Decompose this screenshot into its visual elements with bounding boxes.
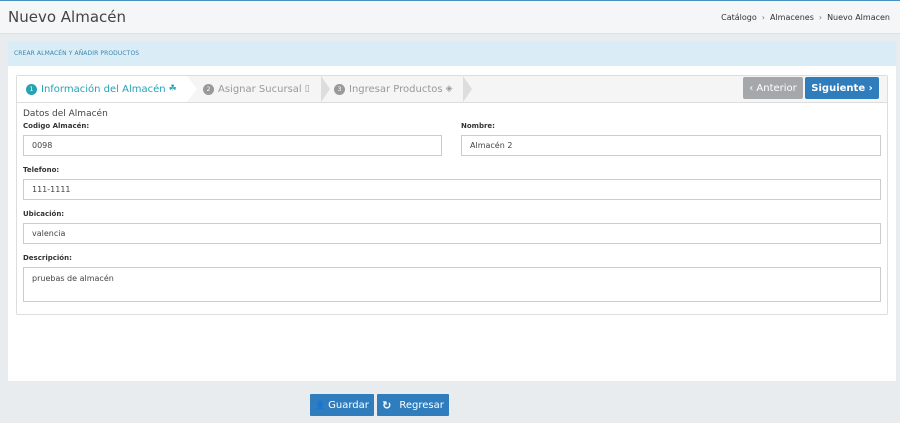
back-button-label: Regresar	[399, 399, 444, 411]
nombre-label: Nombre:	[461, 122, 495, 130]
step-productos[interactable]: 3 Ingresar Productos ◈	[334, 76, 464, 102]
step-number: 1	[26, 83, 37, 95]
breadcrumb-current: Nuevo Almacen	[827, 13, 890, 22]
breadcrumb-separator: ›	[818, 13, 823, 22]
descripcion-label: Descripción:	[23, 254, 72, 262]
refresh-icon: ↻	[382, 398, 392, 412]
building-icon: ▯	[304, 84, 310, 94]
step-label: Ingresar Productos	[349, 83, 443, 95]
user-icon: 👤	[315, 400, 326, 410]
cubes-icon: ☘	[168, 84, 177, 94]
wizard: 1 Información del Almacén ☘ 2 Asignar Su…	[16, 75, 888, 315]
step-arrow	[463, 76, 472, 102]
previous-button[interactable]: ‹ Anterior	[743, 77, 803, 99]
main-panel: CREAR ALMACÉN Y AÑADIR PRODUCTOS 1 Infor…	[8, 41, 896, 381]
step-arrow	[187, 76, 197, 102]
form-actions: 👤 Guardar ↻ Regresar	[310, 394, 449, 416]
ubicacion-label: Ubicación:	[23, 210, 65, 218]
back-button[interactable]: ↻ Regresar	[377, 394, 449, 416]
save-button[interactable]: 👤 Guardar	[310, 394, 374, 416]
telefono-label: Telefono:	[23, 166, 60, 174]
breadcrumb-catalogo[interactable]: Catálogo	[721, 13, 757, 22]
ubicacion-field[interactable]	[23, 223, 881, 244]
step-informacion[interactable]: 1 Información del Almacén ☘	[17, 76, 187, 102]
wizard-steps: 1 Información del Almacén ☘ 2 Asignar Su…	[17, 76, 887, 103]
page-title: Nuevo Almacén	[8, 8, 126, 26]
breadcrumb-almacenes[interactable]: Almacenes	[770, 13, 814, 22]
codigo-label: Codigo Almacén:	[23, 122, 90, 130]
panel-header: CREAR ALMACÉN Y AÑADIR PRODUCTOS	[8, 41, 896, 66]
cube-icon: ◈	[445, 84, 453, 94]
section-title: Datos del Almacén	[23, 109, 108, 119]
top-bar: Nuevo Almacén Catálogo › Almacenes › Nue…	[0, 0, 900, 34]
step-label: Información del Almacén	[41, 83, 166, 95]
step-number: 3	[334, 83, 345, 95]
save-button-label: Guardar	[328, 399, 369, 411]
nombre-field[interactable]	[461, 135, 881, 156]
descripcion-field[interactable]: pruebas de almacén	[23, 267, 881, 302]
step-arrow	[321, 76, 330, 102]
breadcrumb-separator: ›	[761, 13, 765, 22]
telefono-field[interactable]	[23, 179, 881, 200]
codigo-field[interactable]	[23, 135, 442, 156]
step-number: 2	[203, 83, 214, 95]
step-label: Asignar Sucursal	[218, 83, 302, 95]
next-button[interactable]: Siguiente ›	[805, 77, 879, 99]
step-sucursal[interactable]: 2 Asignar Sucursal ▯	[203, 76, 323, 102]
breadcrumb: Catálogo › Almacenes › Nuevo Almacen	[721, 13, 890, 22]
